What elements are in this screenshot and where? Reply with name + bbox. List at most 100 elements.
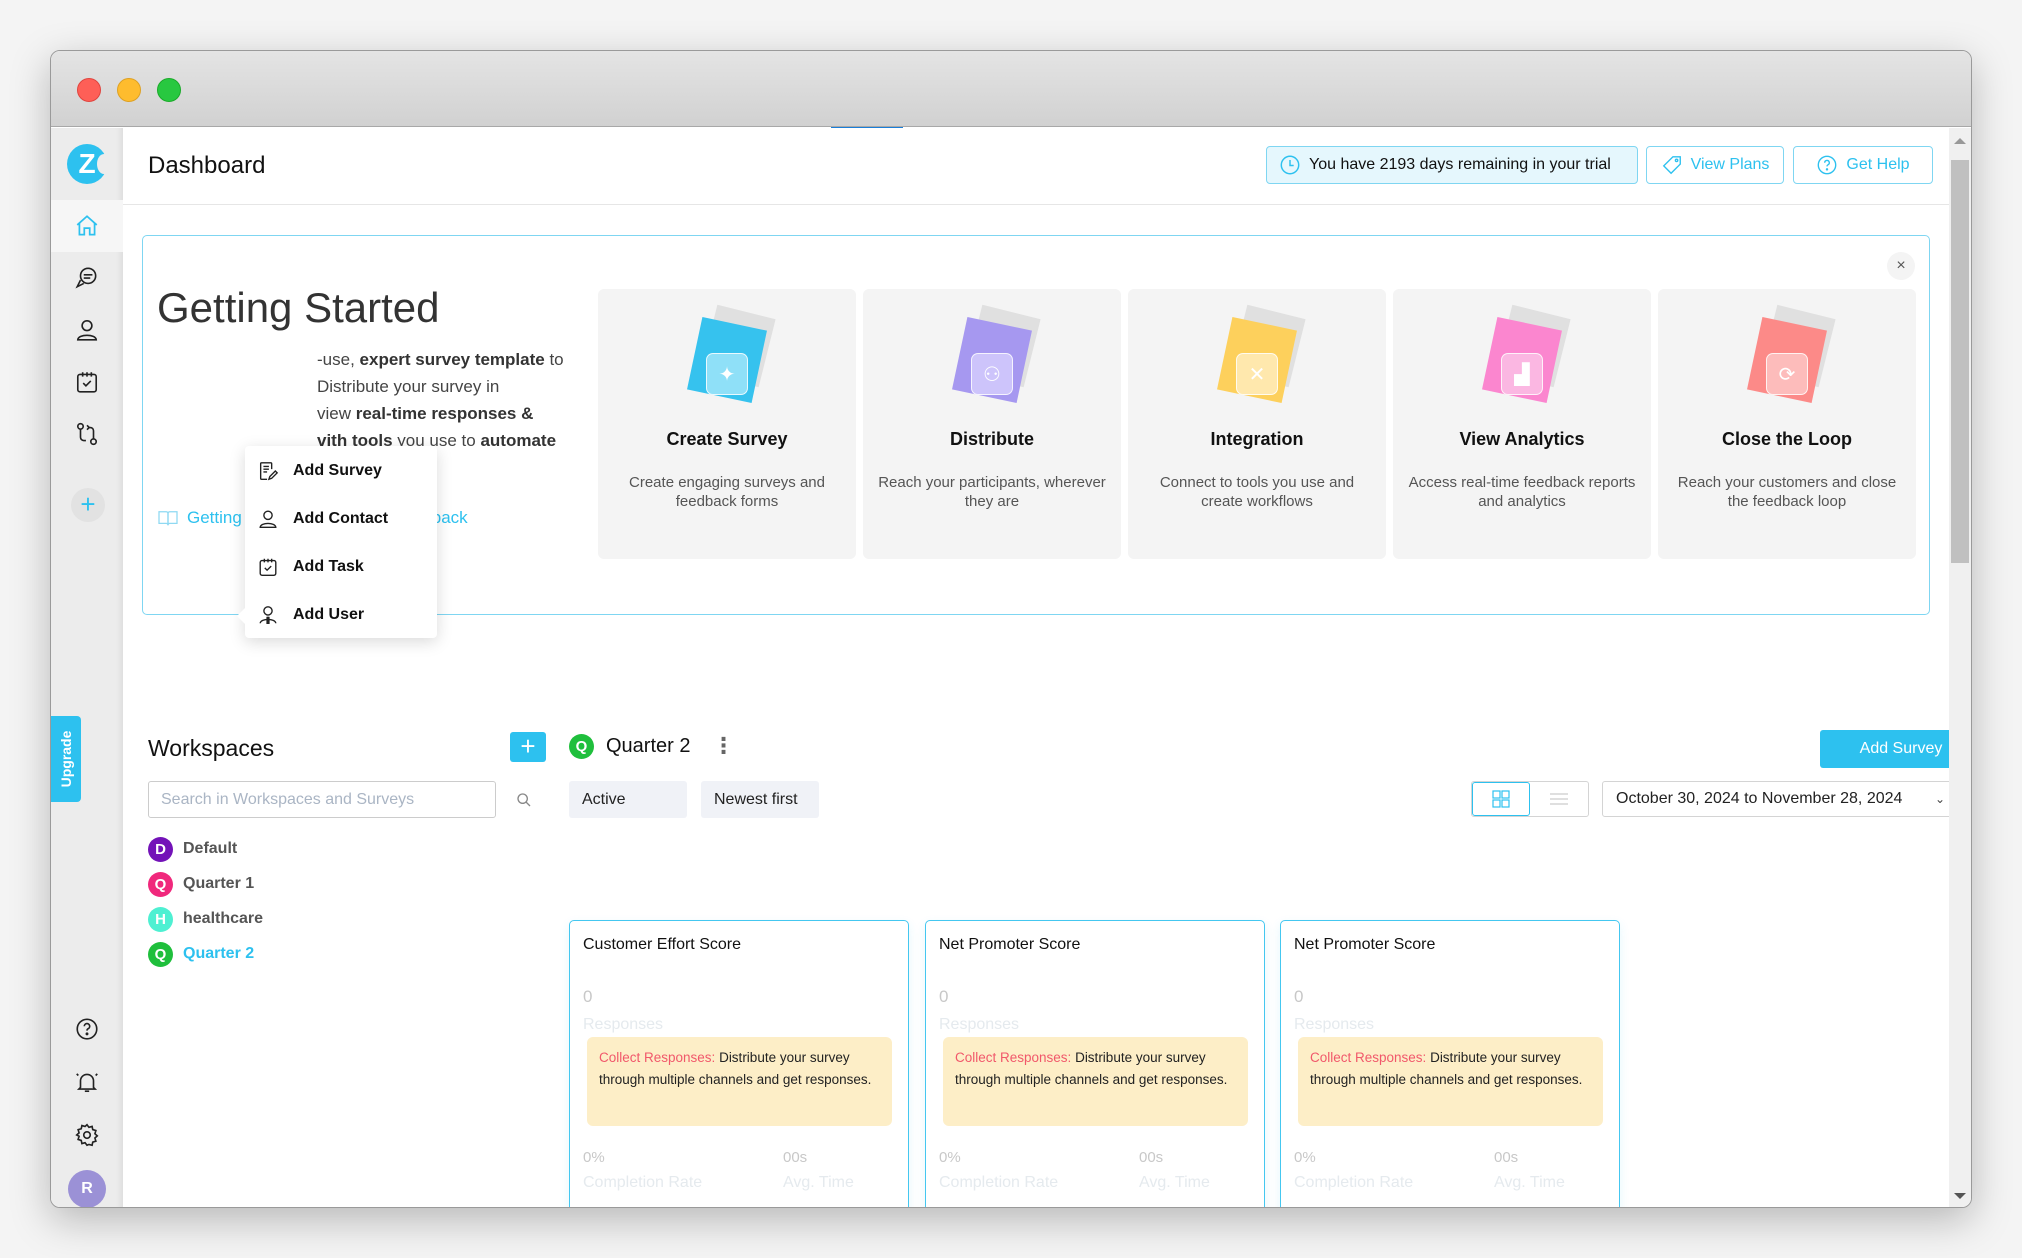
price-tag-icon xyxy=(1662,156,1681,175)
app-window: Z + Upgrade R Dashboard You have 2193 da… xyxy=(50,50,1972,1208)
maximize-window-button[interactable] xyxy=(157,78,181,102)
card-description: Create engaging surveys and feedback for… xyxy=(629,474,825,510)
responses-count: 0 xyxy=(1294,987,1304,1006)
sidebar-item-home[interactable] xyxy=(51,200,123,252)
home-icon xyxy=(76,215,98,236)
workspace-title: Quarter 2 xyxy=(606,734,691,757)
status-filter-dropdown[interactable]: Active xyxy=(569,781,687,818)
menu-item-add-task[interactable]: Add Task xyxy=(257,552,364,582)
vertical-scrollbar[interactable] xyxy=(1949,128,1971,1207)
survey-card[interactable]: Net Promoter Score 0 Responses Collect Resp… xyxy=(1280,920,1620,1207)
quick-add-button[interactable]: + xyxy=(71,488,105,522)
page-header: Dashboard You have 2193 days remaining i… xyxy=(123,128,1951,205)
workspace-name: healthcare xyxy=(183,910,264,927)
collect-responses-notice: Collect Responses: Distribute your surve… xyxy=(587,1037,892,1126)
sort-dropdown[interactable]: Newest first xyxy=(701,781,819,818)
page-title: Dashboard xyxy=(148,152,266,179)
zonka-logo[interactable]: Z xyxy=(67,144,111,184)
survey-card[interactable]: Net Promoter Score 0 Responses Collect Resp… xyxy=(925,920,1265,1207)
user-avatar[interactable]: R xyxy=(68,1170,106,1207)
sidebar-item-contacts[interactable] xyxy=(51,304,123,356)
help-circle-icon xyxy=(1818,155,1837,175)
view-toggle xyxy=(1471,781,1589,817)
completion-rate-value: 0% xyxy=(939,1149,961,1166)
upgrade-button[interactable]: Upgrade xyxy=(51,716,81,802)
workspaces-title: Workspaces xyxy=(148,735,275,761)
card-description: Connect to tools you use and create work… xyxy=(1159,474,1355,510)
survey-name: Customer Effort Score xyxy=(583,936,741,953)
getting-started-card-view-analytics[interactable]: ▟ View Analytics Access real-time feedback… xyxy=(1393,289,1651,559)
workspace-item-quarter-1[interactable]: Q Quarter 1 xyxy=(148,870,254,898)
getting-started-card-distribute[interactable]: ⚇ Distribute Reach your participants, wher… xyxy=(863,289,1121,559)
avg-time-label: Avg. Time xyxy=(783,1174,854,1191)
sidebar-item-workflows[interactable] xyxy=(51,408,123,460)
workspace-item-default[interactable]: D Default xyxy=(148,835,237,863)
sidebar-item-tasks[interactable] xyxy=(51,356,123,408)
add-workspace-button[interactable]: + xyxy=(510,732,546,762)
notice-highlight: Collect Responses: xyxy=(599,1050,716,1065)
collect-responses-notice: Collect Responses: Distribute your surve… xyxy=(943,1037,1248,1126)
survey-card[interactable]: Customer Effort Score 0 Responses Collect R… xyxy=(569,920,909,1207)
scrollbar-thumb[interactable] xyxy=(1951,160,1969,563)
title-bar xyxy=(51,51,1971,127)
responses-label: Responses xyxy=(583,1016,664,1033)
workspace-name: Quarter 1 xyxy=(183,875,255,892)
card-description: Access real-time feedback reports and an… xyxy=(1408,474,1636,510)
trial-text: You have 2193 days remaining in your tri… xyxy=(1309,156,1611,173)
workspace-search-input[interactable] xyxy=(148,781,496,818)
survey-name: Net Promoter Score xyxy=(1294,936,1436,953)
avg-time-value: 00s xyxy=(783,1149,808,1166)
getting-started-card-close-the-loop[interactable]: ⟳ Close the Loop Reach your customers and … xyxy=(1658,289,1916,559)
menu-item-add-contact[interactable]: Add Contact xyxy=(257,504,388,534)
menu-item-add-survey[interactable]: Add Survey xyxy=(257,456,382,486)
responses-label: Responses xyxy=(1294,1016,1375,1033)
completion-rate-label: Completion Rate xyxy=(939,1174,1059,1191)
notification-icon xyxy=(76,1073,98,1093)
avg-time-value: 00s xyxy=(1139,1149,1164,1166)
card-illustration: ✦ xyxy=(682,304,776,404)
trial-status-badge: You have 2193 days remaining in your tri… xyxy=(1266,146,1638,184)
sidebar-item-responses[interactable] xyxy=(51,252,123,304)
card-title: Distribute xyxy=(949,429,1034,449)
get-help-button[interactable]: Get Help xyxy=(1793,146,1933,184)
getting-started-card-create-survey[interactable]: ✦ Create Survey Create engaging surveys an… xyxy=(598,289,856,559)
get-help-label: Get Help xyxy=(1846,156,1910,173)
grid-view-button[interactable] xyxy=(1472,782,1530,816)
card-illustration: ⟳ xyxy=(1742,304,1836,404)
list-view-button[interactable] xyxy=(1530,782,1588,816)
menu-item-add-user[interactable]: Add User xyxy=(257,600,364,630)
quick-add-menu: Add Survey Add Contact Add Task Add User xyxy=(237,446,437,638)
minimize-window-button[interactable] xyxy=(117,78,141,102)
workspace-avatar: Q xyxy=(148,941,173,967)
sidebar-item-settings[interactable] xyxy=(51,1109,123,1161)
sidebar-item-notifications[interactable] xyxy=(51,1056,123,1108)
avg-time-label: Avg. Time xyxy=(1139,1174,1210,1191)
workspace-header: Q Quarter 2 ⋮ xyxy=(569,733,734,759)
upgrade-label: Upgrade xyxy=(58,730,74,788)
date-range-picker[interactable]: October 30, 2024 to November 28, 2024 ⌄ xyxy=(1602,781,1971,817)
survey-name: Net Promoter Score xyxy=(939,936,1081,953)
close-window-button[interactable] xyxy=(77,78,101,102)
close-getting-started-button[interactable]: × xyxy=(1887,252,1915,280)
card-title: Integration xyxy=(1210,429,1304,449)
card-illustration: ▟ xyxy=(1477,304,1571,404)
card-description: Reach your customers and close the feedb… xyxy=(1677,474,1897,510)
workspace-options-icon[interactable]: ⋮ xyxy=(712,733,734,759)
view-plans-button[interactable]: View Plans xyxy=(1646,146,1784,184)
analytics-chart-icon: ▟ xyxy=(1501,353,1543,395)
scroll-down-arrow[interactable] xyxy=(1954,1193,1966,1199)
search-icon[interactable] xyxy=(516,792,532,808)
user-icon xyxy=(259,606,277,624)
menu-item-label: Add Task xyxy=(293,558,364,575)
task-icon xyxy=(76,372,98,393)
getting-started-card-integration[interactable]: ✕ Integration Connect to tools you use and… xyxy=(1128,289,1386,559)
view-plans-label: View Plans xyxy=(1690,156,1770,173)
scroll-up-arrow[interactable] xyxy=(1954,138,1966,144)
responses-label: Responses xyxy=(939,1016,1020,1033)
workspace-item-healthcare[interactable]: H healthcare xyxy=(148,905,263,933)
people-network-icon: ⚇ xyxy=(971,353,1013,395)
workspace-item-quarter-2[interactable]: Q Quarter 2 xyxy=(148,940,254,968)
feedback-loop-icon: ⟳ xyxy=(1766,353,1808,395)
sidebar-item-help[interactable] xyxy=(51,1003,123,1055)
getting-started-title: Getting Started xyxy=(157,284,440,331)
